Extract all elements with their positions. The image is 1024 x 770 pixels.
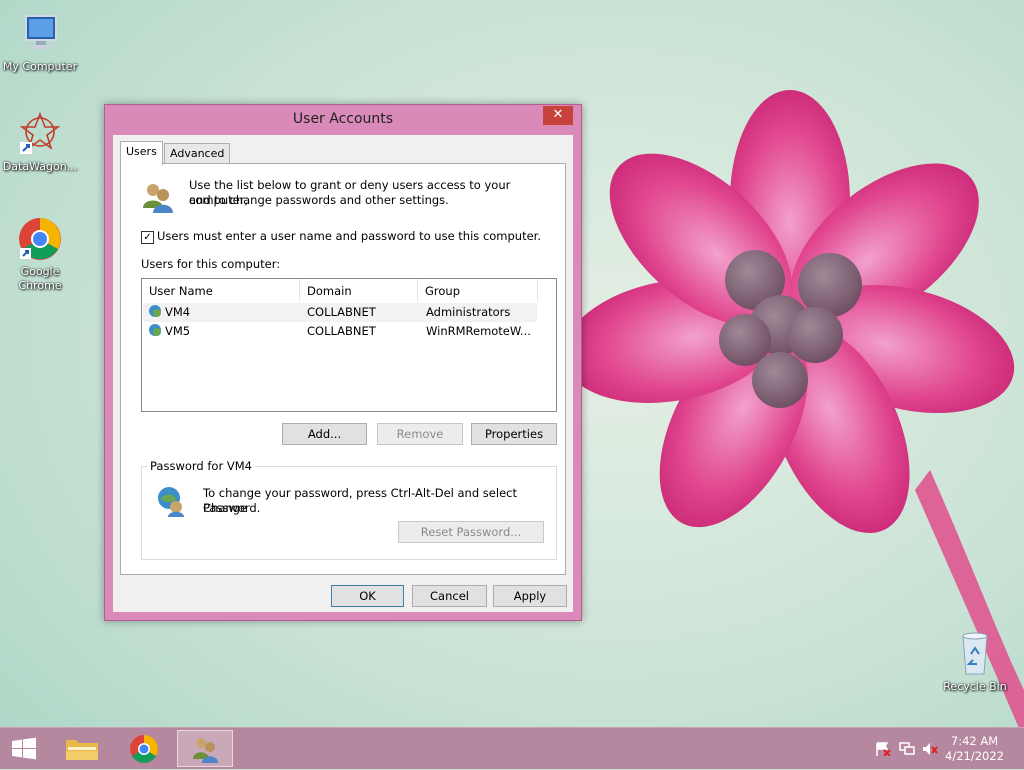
computer-icon (16, 10, 64, 58)
folder-icon (66, 740, 98, 760)
action-center-flag-icon[interactable] (875, 742, 891, 756)
desktop-icon-label: DataWagon... (2, 160, 78, 173)
cell-group: WinRMRemoteW... (426, 324, 531, 338)
remove-button[interactable]: Remove (377, 423, 463, 445)
users-list-view[interactable]: User Name Domain Group VM4 COLLABNET Adm… (141, 278, 557, 412)
user-accounts-dialog: User Accounts ✕ Users Advanced Use the l… (104, 104, 582, 621)
users-icon (193, 738, 218, 763)
title-bar[interactable]: User Accounts ✕ (105, 105, 581, 135)
chrome-icon (130, 735, 158, 763)
cancel-button[interactable]: Cancel (412, 585, 487, 607)
recycle-bin-icon (951, 630, 999, 678)
intro-text-line2: and to change passwords and other settin… (189, 193, 449, 207)
properties-button[interactable]: Properties (471, 423, 557, 445)
chrome-icon (16, 215, 64, 263)
require-login-label[interactable]: Users must enter a user name and passwor… (157, 229, 541, 244)
user-icon (148, 304, 162, 321)
users-for-computer-label: Users for this computer: (141, 257, 281, 271)
dialog-client-area: Users Advanced Use the list below to gra… (113, 135, 573, 612)
desktop-icon-google-chrome[interactable]: Google Chrome (0, 215, 80, 293)
taskbar: 7:42 AM 4/21/2022 (0, 727, 1024, 769)
user-key-icon (156, 485, 188, 517)
column-header-domain[interactable]: Domain (300, 279, 418, 301)
password-help-line2: Password. (203, 501, 261, 515)
window-title: User Accounts (292, 111, 394, 127)
users-tab-panel: Use the list below to grant or deny user… (120, 163, 566, 575)
volume-muted-icon[interactable] (922, 742, 938, 756)
taskbar-chrome[interactable] (116, 730, 172, 767)
add-button[interactable]: Add... (282, 423, 367, 445)
cell-group: Administrators (426, 305, 511, 319)
users-group-icon (141, 180, 175, 214)
desktop-icon-datawagon[interactable]: DataWagon... (0, 110, 80, 174)
apply-button[interactable]: Apply (493, 585, 567, 607)
taskbar-clock[interactable]: 7:42 AM 4/21/2022 (945, 734, 1004, 764)
desktop-icon-recycle-bin[interactable]: Recycle Bin (935, 630, 1015, 694)
network-icon[interactable] (899, 742, 915, 756)
desktop-icon-label: My Computer (2, 60, 78, 73)
password-group-title: Password for VM4 (147, 459, 255, 473)
clock-date: 4/21/2022 (945, 749, 1004, 763)
start-button[interactable] (0, 730, 48, 767)
user-icon (148, 323, 162, 340)
reset-password-button[interactable]: Reset Password... (398, 521, 544, 543)
cell-domain: COLLABNET (307, 324, 376, 338)
windows-logo-icon (12, 737, 36, 760)
require-login-checkbox[interactable]: ✓ (141, 231, 154, 244)
password-group-box: Password for VM4 To change your password… (141, 459, 557, 560)
desktop-icon-label: Google Chrome (18, 265, 62, 292)
table-row-vm5[interactable]: VM5 COLLABNET WinRMRemoteW... (143, 322, 537, 341)
cell-user-name: VM5 (165, 324, 191, 338)
cell-domain: COLLABNET (307, 305, 376, 319)
clock-time: 7:42 AM (950, 734, 999, 748)
table-row-vm4[interactable]: VM4 COLLABNET Administrators (143, 303, 537, 322)
cell-user-name: VM4 (165, 305, 191, 319)
datawagon-logo-icon (16, 110, 64, 158)
tab-advanced[interactable]: Advanced (164, 143, 231, 164)
close-button[interactable]: ✕ (543, 106, 573, 125)
desktop-icon-my-computer[interactable]: My Computer (0, 10, 80, 74)
taskbar-file-explorer[interactable] (54, 730, 110, 767)
taskbar-user-accounts[interactable] (177, 730, 233, 767)
desktop-icon-label: Recycle Bin (943, 680, 1007, 693)
ok-button[interactable]: OK (331, 585, 404, 607)
column-header-group[interactable]: Group (418, 279, 538, 301)
column-header-user-name[interactable]: User Name (142, 279, 300, 301)
tab-users[interactable]: Users (120, 141, 163, 165)
